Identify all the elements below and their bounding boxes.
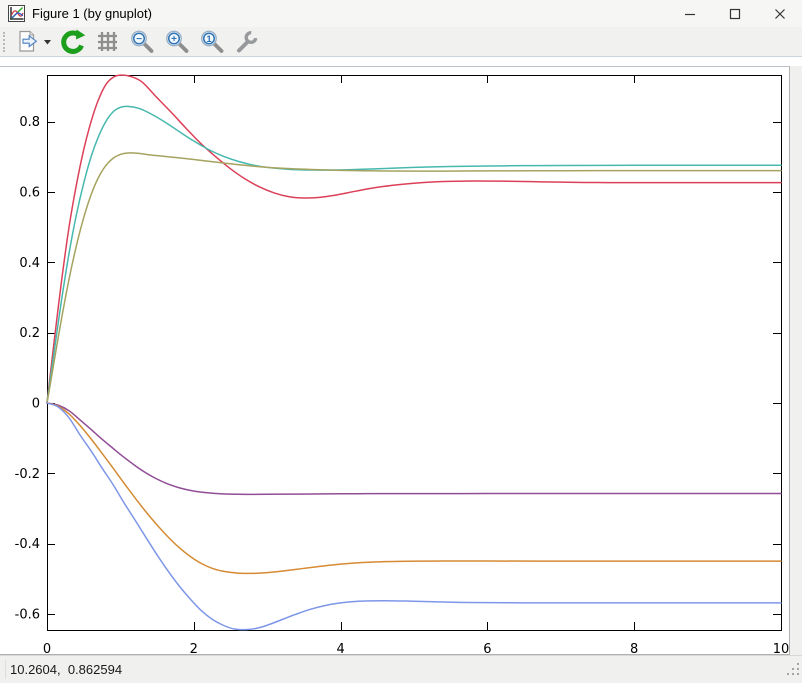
y-tick-label: 0.6 [19,186,40,201]
y-tick-label: 0.4 [19,256,40,271]
window-controls [667,0,802,27]
status-panel-separator [5,660,6,679]
svg-text:+: + [171,34,177,45]
minimize-button[interactable] [667,0,712,27]
resize-grip-icon [787,663,800,676]
close-icon [774,8,786,20]
zoom-out-icon: − [129,29,155,55]
status-bar: 10.2604, 0.862594 [0,655,802,683]
close-button[interactable] [757,0,802,27]
svg-text:1: 1 [206,34,212,45]
resize-grip[interactable] [787,663,800,681]
svg-text:−: − [136,34,142,45]
x-tick-label: 6 [483,642,491,654]
right-filler-strip [790,66,802,655]
x-tick-label: 8 [630,642,638,654]
series-line-4-purple [47,403,781,494]
y-tick-label: -0.4 [15,537,40,552]
plot-border [48,76,782,631]
toolbar-grip[interactable] [3,32,8,52]
cursor-coordinates: 10.2604, 0.862594 [10,656,122,683]
export-dropdown-button[interactable] [43,28,52,56]
zoom-out-button[interactable]: − [127,28,157,56]
plot-svg: 0 2 4 6 8 10 -0.6 -0.4 -0.2 0 0.2 0.4 0.6 0.8 [0,67,789,654]
minimize-icon [684,8,696,20]
series-line-2-teal [47,106,781,403]
export-button[interactable] [12,28,43,56]
replot-button[interactable] [57,28,88,56]
y-tick-label: 0.2 [19,326,40,341]
series-line-5-orange [47,403,781,573]
maximize-icon [729,8,741,20]
zoom-in-icon: + [164,29,190,55]
gnuplot-logo-icon [8,5,25,22]
canvas-top-gap [0,57,802,66]
dropdown-arrow-icon [43,39,52,45]
maximize-button[interactable] [712,0,757,27]
x-tick-label: 0 [43,642,51,654]
series-line-1-crimson [47,75,781,403]
gnuplot-window: Figure 1 (by gnuplot) [0,0,802,683]
export-document-icon [14,29,41,54]
x-tick-label: 4 [336,642,344,654]
grid-button[interactable] [93,28,122,56]
plot-canvas[interactable]: 0 2 4 6 8 10 -0.6 -0.4 -0.2 0 0.2 0.4 0.6 0.8 [0,66,790,655]
series-line-3-olive [47,153,781,403]
zoom-reset-icon: 1 [199,29,225,55]
settings-button[interactable] [232,28,262,56]
window-title: Figure 1 (by gnuplot) [32,6,152,21]
x-tick-label: 2 [190,642,198,654]
replot-refresh-icon [59,28,86,55]
grid-toggle-icon [95,29,120,54]
series-line-6-blue [47,403,781,630]
zoom-reset-button[interactable]: 1 [197,28,227,56]
x-tick-label: 10 [773,642,789,654]
title-bar: Figure 1 (by gnuplot) [0,0,802,27]
y-tick-label: 0.8 [19,115,40,130]
y-tick-label: -0.2 [15,467,40,482]
y-tick-label: -0.6 [15,608,40,623]
toolbar: − + 1 [0,27,802,57]
y-tick-label: 0 [32,397,40,412]
wrench-icon [234,29,260,55]
zoom-in-button[interactable]: + [162,28,192,56]
